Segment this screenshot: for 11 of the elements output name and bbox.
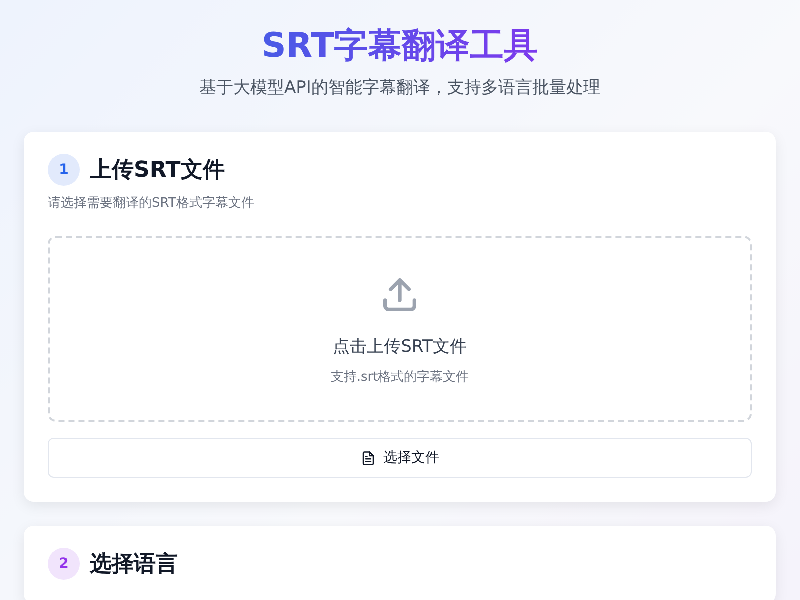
step-title: 上传SRT文件 <box>90 157 225 185</box>
page-subtitle: 基于大模型API的智能字幕翻译，支持多语言批量处理 <box>200 77 600 100</box>
step-description: 请选择需要翻译的SRT格式字幕文件 <box>48 195 256 212</box>
document-icon <box>360 450 376 466</box>
upload-prompt: 点击上传SRT文件 <box>333 336 467 358</box>
step-number: 1 <box>48 154 80 186</box>
choose-file-button[interactable]: 选择文件 <box>48 438 752 478</box>
upload-hint: 支持.srt格式的字幕文件 <box>330 368 470 386</box>
step-title: 选择语言 <box>90 550 178 579</box>
step-number: 2 <box>48 548 80 580</box>
upload-dropzone[interactable]: 点击上传SRT文件 支持.srt格式的字幕文件 <box>48 236 752 422</box>
